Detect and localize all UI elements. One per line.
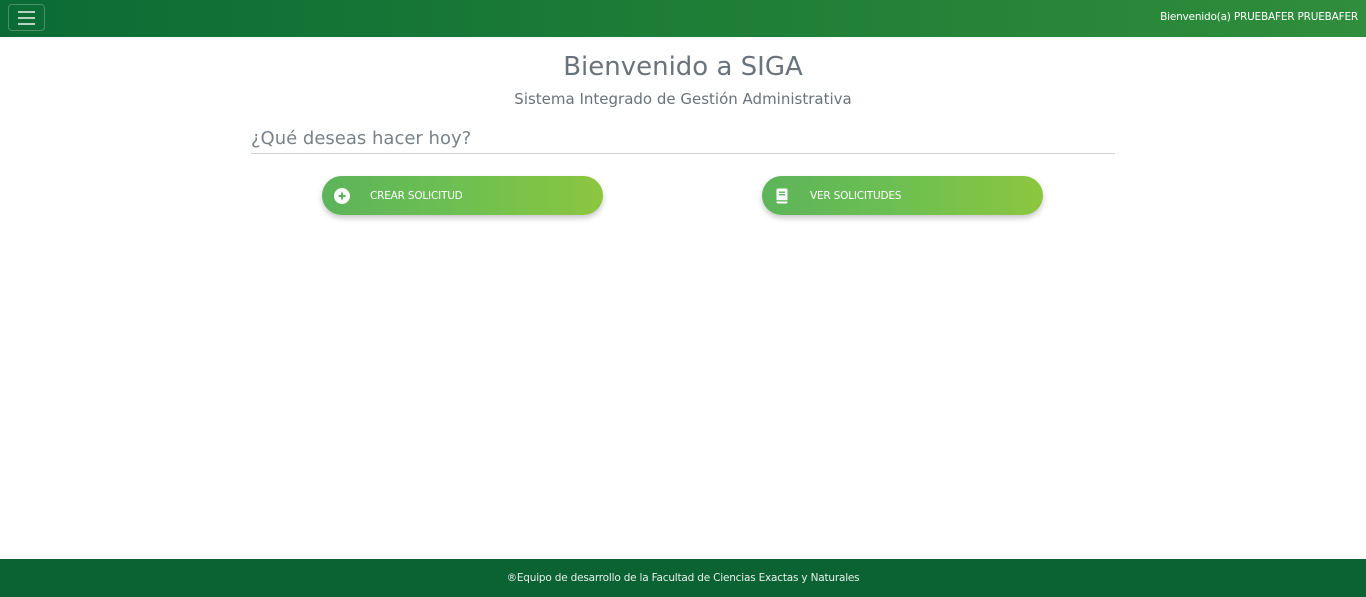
user-welcome-text: Bienvenido(a) PRUEBAFER PRUEBAFER bbox=[1160, 11, 1358, 23]
top-navbar: Bienvenido(a) PRUEBAFER PRUEBAFER bbox=[0, 0, 1366, 37]
page-subtitle: Sistema Integrado de Gestión Administrat… bbox=[514, 90, 852, 108]
question-heading: ¿Qué deseas hacer hoy? bbox=[251, 128, 1115, 154]
view-requests-button[interactable]: VER SOLICITUDES bbox=[762, 176, 1043, 215]
book-icon bbox=[776, 188, 788, 204]
plus-circle-icon bbox=[334, 188, 350, 204]
create-request-button[interactable]: CREAR SOLICITUD bbox=[322, 176, 603, 215]
footer-copyright-text: ®Equipo de desarrollo de la Facultad de … bbox=[506, 572, 860, 584]
hamburger-menu-icon bbox=[18, 10, 35, 13]
page-title: Bienvenido a SIGA bbox=[563, 52, 803, 82]
create-request-label: CREAR SOLICITUD bbox=[370, 190, 463, 202]
hamburger-menu-button[interactable] bbox=[8, 4, 45, 31]
view-requests-label: VER SOLICITUDES bbox=[810, 190, 902, 202]
page-footer: ®Equipo de desarrollo de la Facultad de … bbox=[0, 559, 1366, 597]
